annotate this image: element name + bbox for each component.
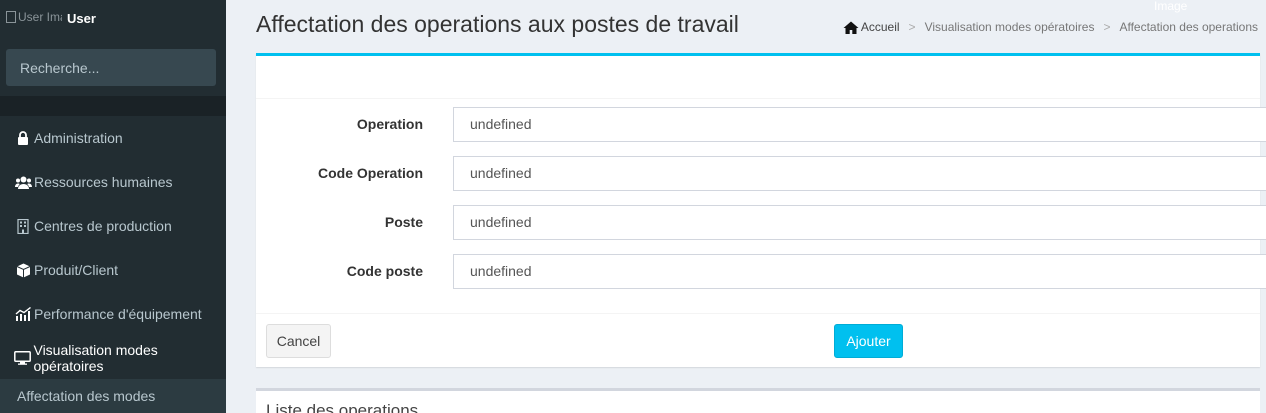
sidebar-item-centres-de-production[interactable]: Centres de production xyxy=(0,204,226,248)
box-header-divider xyxy=(256,98,1260,99)
sidebar-subitem-affectation[interactable]: Affectation des modes opératoires xyxy=(0,379,226,413)
breadcrumb-current: Affectation des operations xyxy=(1119,20,1258,34)
sidebar-item-visualisation[interactable]: Visualisation modes opératoires xyxy=(0,336,226,380)
user-name: User xyxy=(67,11,96,26)
sidebar-item-label: Ressources humaines xyxy=(34,174,173,190)
sidebar-menu: Administration Ressources humaines Centr… xyxy=(0,116,226,380)
user-avatar: User Image xyxy=(6,10,62,28)
form-row-poste: Poste undefined xyxy=(256,205,1266,240)
sidebar-item-label: Produit/Client xyxy=(34,262,119,278)
poste-label: Poste xyxy=(384,214,423,230)
box-icon xyxy=(14,262,32,278)
sidebar-item-label: Centres de production xyxy=(34,218,172,234)
form-row-operation: Operation undefined xyxy=(256,107,1266,142)
breadcrumb-visualisation[interactable]: Visualisation modes opératoires xyxy=(925,20,1095,34)
chart-icon xyxy=(14,306,32,322)
sidebar-item-produit-client[interactable]: Produit/Client xyxy=(0,248,226,292)
page-title: Affectation des operations aux postes de… xyxy=(256,11,739,37)
sidebar-search xyxy=(6,49,216,86)
breadcrumb-separator: > xyxy=(908,20,916,34)
user-panel: User Image User xyxy=(0,0,226,42)
building-icon xyxy=(14,218,32,234)
code-operation-label: Code Operation xyxy=(317,165,423,181)
operations-list-title: Liste des operations xyxy=(266,401,419,413)
sidebar-header-strip xyxy=(0,96,226,116)
header-image-label: Image xyxy=(1154,0,1188,13)
operation-field[interactable]: undefined xyxy=(453,107,1266,142)
form-row-code-operation: Code Operation undefined xyxy=(256,156,1266,191)
users-icon xyxy=(14,174,32,190)
sidebar-item-label: Administration xyxy=(34,130,123,146)
code-operation-field[interactable]: undefined xyxy=(453,156,1266,191)
code-poste-field[interactable]: undefined xyxy=(453,254,1266,289)
cancel-button[interactable]: Cancel xyxy=(266,324,331,358)
sidebar-item-label: Performance d'équipement xyxy=(34,306,202,322)
code-poste-label: Code poste xyxy=(346,263,423,279)
sidebar-item-performance[interactable]: Performance d'équipement xyxy=(0,292,226,336)
sidebar-item-label: Visualisation modes opératoires xyxy=(33,342,158,374)
breadcrumb-separator: > xyxy=(1103,20,1111,34)
sidebar-item-administration[interactable]: Administration xyxy=(0,116,226,160)
sidebar: User Image User Administration Ressource… xyxy=(0,0,226,413)
poste-field[interactable]: undefined xyxy=(453,205,1266,240)
home-icon xyxy=(843,21,859,34)
operations-list-box: Liste des operations xyxy=(256,388,1260,413)
operation-label: Operation xyxy=(356,116,423,132)
form-row-code-poste: Code poste undefined xyxy=(256,254,1266,289)
add-button[interactable]: Ajouter xyxy=(834,324,903,358)
lock-icon xyxy=(14,130,32,146)
search-input[interactable] xyxy=(6,49,216,86)
sidebar-item-ressources-humaines[interactable]: Ressources humaines xyxy=(0,160,226,204)
breadcrumb: Accueil > Visualisation modes opératoire… xyxy=(843,20,1258,34)
box-footer-divider xyxy=(256,313,1260,314)
desktop-icon xyxy=(14,350,32,366)
breadcrumb-home[interactable]: Accueil xyxy=(861,20,900,34)
form-box: Operation undefined Code Operation undef… xyxy=(256,53,1266,367)
